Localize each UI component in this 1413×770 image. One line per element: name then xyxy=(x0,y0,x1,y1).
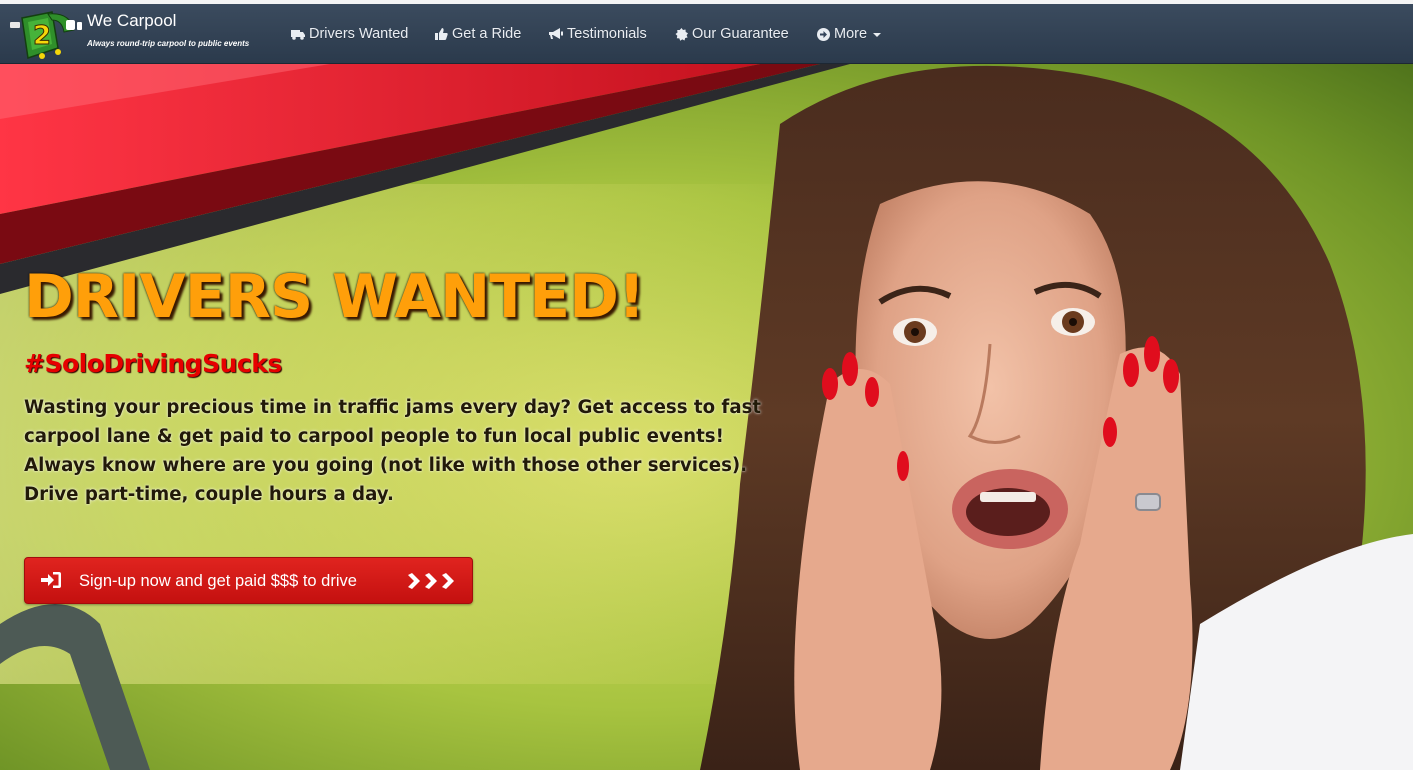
hero-hashtag: #SoloDrivingSucks xyxy=(24,349,282,378)
caret-down-icon xyxy=(873,33,882,37)
sign-in-icon xyxy=(41,572,61,593)
svg-text:2: 2 xyxy=(33,21,51,51)
hero-pitch-text: Wasting your precious time in traffic ja… xyxy=(24,397,762,505)
signup-cta-label: Sign-up now and get paid $$$ to drive xyxy=(79,572,357,590)
brand-name: We Carpool xyxy=(87,11,177,30)
nav-get-a-ride-label: Get a Ride xyxy=(452,26,522,42)
nav-testimonials[interactable]: Testimonials xyxy=(549,4,647,64)
circle-arrow-right-icon xyxy=(817,27,830,41)
nav-more-label: More xyxy=(834,26,868,42)
hero-headline: DRIVERS WANTED! xyxy=(24,262,645,332)
thumbs-up-icon xyxy=(435,28,448,40)
nav-get-a-ride[interactable]: Get a Ride xyxy=(435,4,521,64)
nav-drivers-wanted[interactable]: Drivers Wanted xyxy=(291,4,408,64)
nav-drivers-wanted-label: Drivers Wanted xyxy=(309,26,409,42)
hero-section: DRIVERS WANTED! #SoloDrivingSucks Wastin… xyxy=(0,64,1413,770)
nav-testimonials-label: Testimonials xyxy=(567,26,647,42)
triple-chevron-right-icon xyxy=(406,573,456,594)
nav-more-dropdown[interactable]: More xyxy=(817,4,882,64)
nav-our-guarantee-label: Our Guarantee xyxy=(692,26,789,42)
truck-icon xyxy=(291,29,305,40)
navbar: 2 We Carpool Always round-trip carpool t… xyxy=(0,4,1413,64)
nav-our-guarantee[interactable]: Our Guarantee xyxy=(675,4,789,64)
bullhorn-icon xyxy=(549,28,563,40)
brand-tagline: Always round-trip carpool to public even… xyxy=(87,39,250,48)
brand-logo-icon: 2 xyxy=(10,11,82,59)
signup-cta-button[interactable]: Sign-up now and get paid $$$ to drive xyxy=(24,557,473,604)
certificate-icon xyxy=(675,27,688,41)
